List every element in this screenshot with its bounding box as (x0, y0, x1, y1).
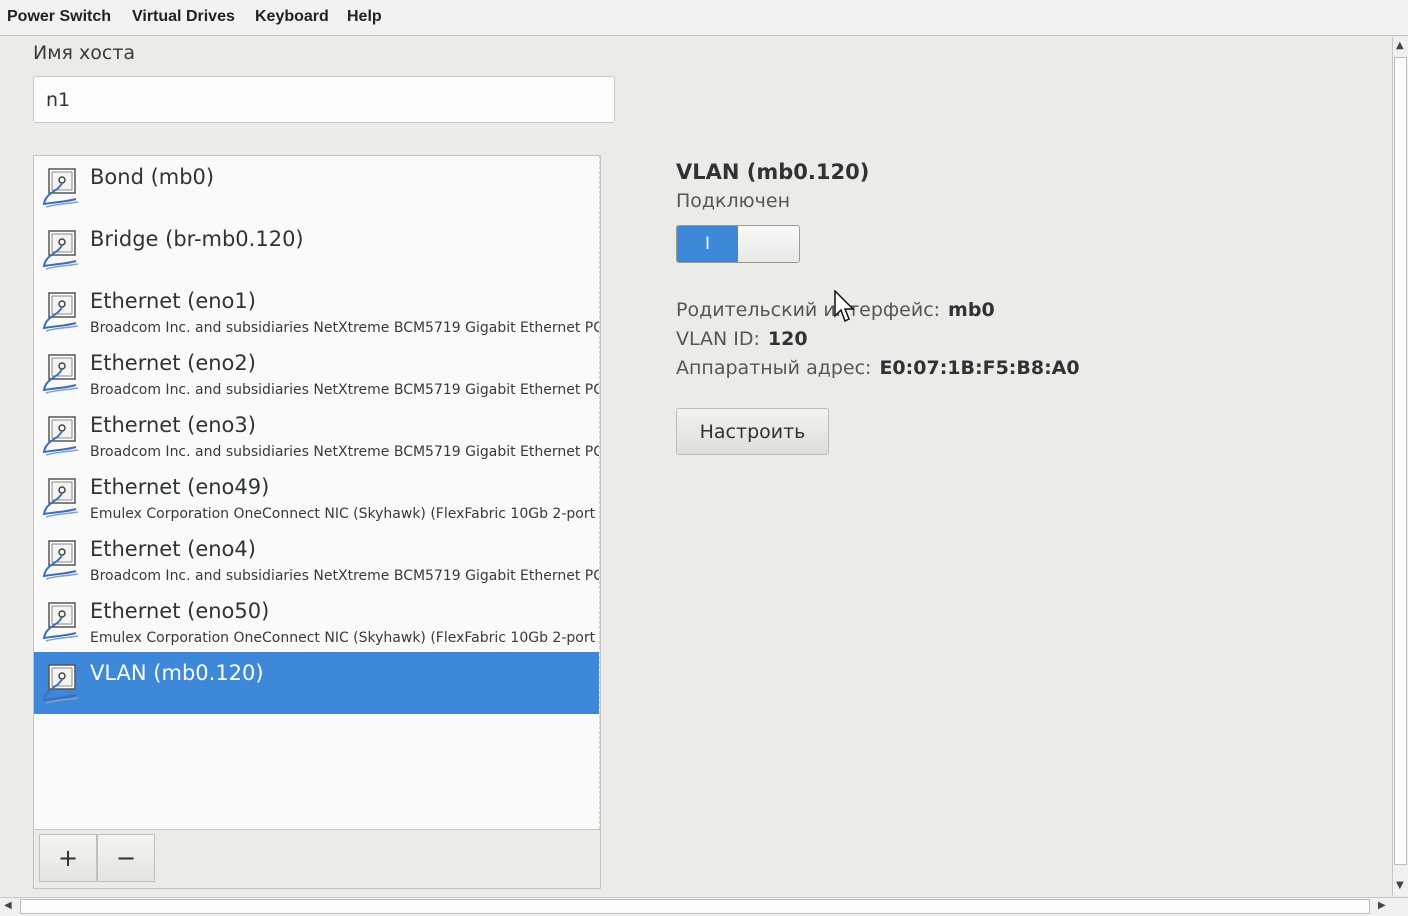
device-row[interactable]: Ethernet (eno4) Broadcom Inc. and subsidi… (34, 528, 600, 590)
network-device-icon (40, 662, 80, 706)
hardware-address-value: E0:07:1B:F5:B8:A0 (879, 357, 1080, 379)
device-row[interactable]: VLAN (mb0.120) (34, 652, 599, 714)
horizontal-scroll-thumb[interactable] (20, 899, 1370, 914)
device-list-frame: Bond (mb0) Bridge (br-mb0.120) Ethernet (e… (33, 155, 601, 889)
network-device-icon (40, 290, 80, 334)
device-title: Ethernet (eno2) (90, 351, 256, 375)
add-device-button[interactable]: + (39, 834, 97, 882)
device-subtitle: Broadcom Inc. and subsidiaries NetXtreme… (90, 382, 600, 398)
device-title: Ethernet (eno1) (90, 289, 256, 313)
scroll-left-icon[interactable]: ◀ (4, 900, 12, 911)
parent-interface-value: mb0 (948, 299, 995, 321)
device-row[interactable]: Ethernet (eno50) Emulex Corporation OneCo… (34, 590, 599, 652)
connection-toggle[interactable]: I (676, 225, 800, 263)
toggle-on-label: I (677, 226, 739, 262)
device-row[interactable]: Bond (mb0) (34, 156, 599, 218)
connection-status: Подключен (676, 190, 790, 212)
network-device-icon (40, 352, 80, 396)
menu-keyboard[interactable]: Keyboard (255, 8, 329, 26)
menu-virtual-drives[interactable]: Virtual Drives (132, 8, 235, 26)
hardware-address-label: Аппаратный адрес: (676, 357, 872, 379)
detail-title: VLAN (mb0.120) (676, 160, 870, 184)
network-device-icon (40, 414, 80, 458)
network-device-icon (40, 600, 80, 644)
vertical-scroll-thumb[interactable] (1394, 57, 1407, 865)
network-device-icon (40, 476, 80, 520)
menu-bar: Power Switch Virtual Drives Keyboard Hel… (0, 0, 1408, 36)
vlan-id-value: 120 (767, 328, 808, 350)
hostname-input[interactable] (33, 76, 615, 123)
vertical-scrollbar[interactable]: ▲ ▼ (1392, 37, 1408, 896)
parent-interface-label: Родительский интерфейс: (676, 299, 941, 321)
network-device-icon (40, 538, 80, 582)
device-subtitle: Broadcom Inc. and subsidiaries NetXtreme… (90, 320, 600, 336)
device-subtitle: Broadcom Inc. and subsidiaries NetXtreme… (90, 444, 600, 460)
device-title: VLAN (mb0.120) (90, 661, 264, 685)
device-title: Ethernet (eno50) (90, 599, 270, 623)
menu-power-switch[interactable]: Power Switch (7, 8, 111, 26)
vlan-id-label: VLAN ID: (676, 328, 760, 350)
network-device-icon (40, 228, 80, 272)
device-row[interactable]: Ethernet (eno3) Broadcom Inc. and subsidi… (34, 404, 600, 466)
scroll-right-icon[interactable]: ▶ (1378, 900, 1386, 911)
device-title: Ethernet (eno3) (90, 413, 256, 437)
device-subtitle: Broadcom Inc. and subsidiaries NetXtreme… (90, 568, 600, 584)
vlan-id-row: VLAN ID: 120 (676, 328, 808, 350)
menu-help[interactable]: Help (347, 8, 382, 26)
configure-button[interactable]: Настроить (676, 408, 829, 455)
scroll-up-icon[interactable]: ▲ (1396, 40, 1404, 51)
device-row[interactable]: Ethernet (eno2) Broadcom Inc. and subsidi… (34, 342, 600, 404)
device-subtitle: Emulex Corporation OneConnect NIC (Skyha… (90, 506, 596, 522)
toggle-knob[interactable] (738, 226, 799, 262)
remove-device-button[interactable]: − (97, 834, 155, 882)
device-title: Bond (mb0) (90, 165, 215, 189)
list-toolbar: + − (34, 829, 600, 888)
hostname-label: Имя хоста (33, 42, 136, 64)
device-subtitle: Emulex Corporation OneConnect NIC (Skyha… (90, 630, 596, 646)
device-list: Bond (mb0) Bridge (br-mb0.120) Ethernet (e… (34, 156, 600, 829)
hardware-address-row: Аппаратный адрес: E0:07:1B:F5:B8:A0 (676, 357, 1080, 379)
device-row[interactable]: Bridge (br-mb0.120) (34, 218, 599, 280)
horizontal-scrollbar[interactable]: ◀ ▶ (0, 897, 1408, 916)
mouse-cursor-icon (834, 290, 855, 323)
device-row[interactable]: Ethernet (eno49) Emulex Corporation OneCo… (34, 466, 599, 528)
network-device-icon (40, 166, 80, 210)
device-title: Bridge (br-mb0.120) (90, 227, 304, 251)
device-title: Ethernet (eno49) (90, 475, 270, 499)
scroll-down-icon[interactable]: ▼ (1396, 880, 1404, 891)
device-row[interactable]: Ethernet (eno1) Broadcom Inc. and subsidi… (34, 280, 600, 342)
device-title: Ethernet (eno4) (90, 537, 256, 561)
